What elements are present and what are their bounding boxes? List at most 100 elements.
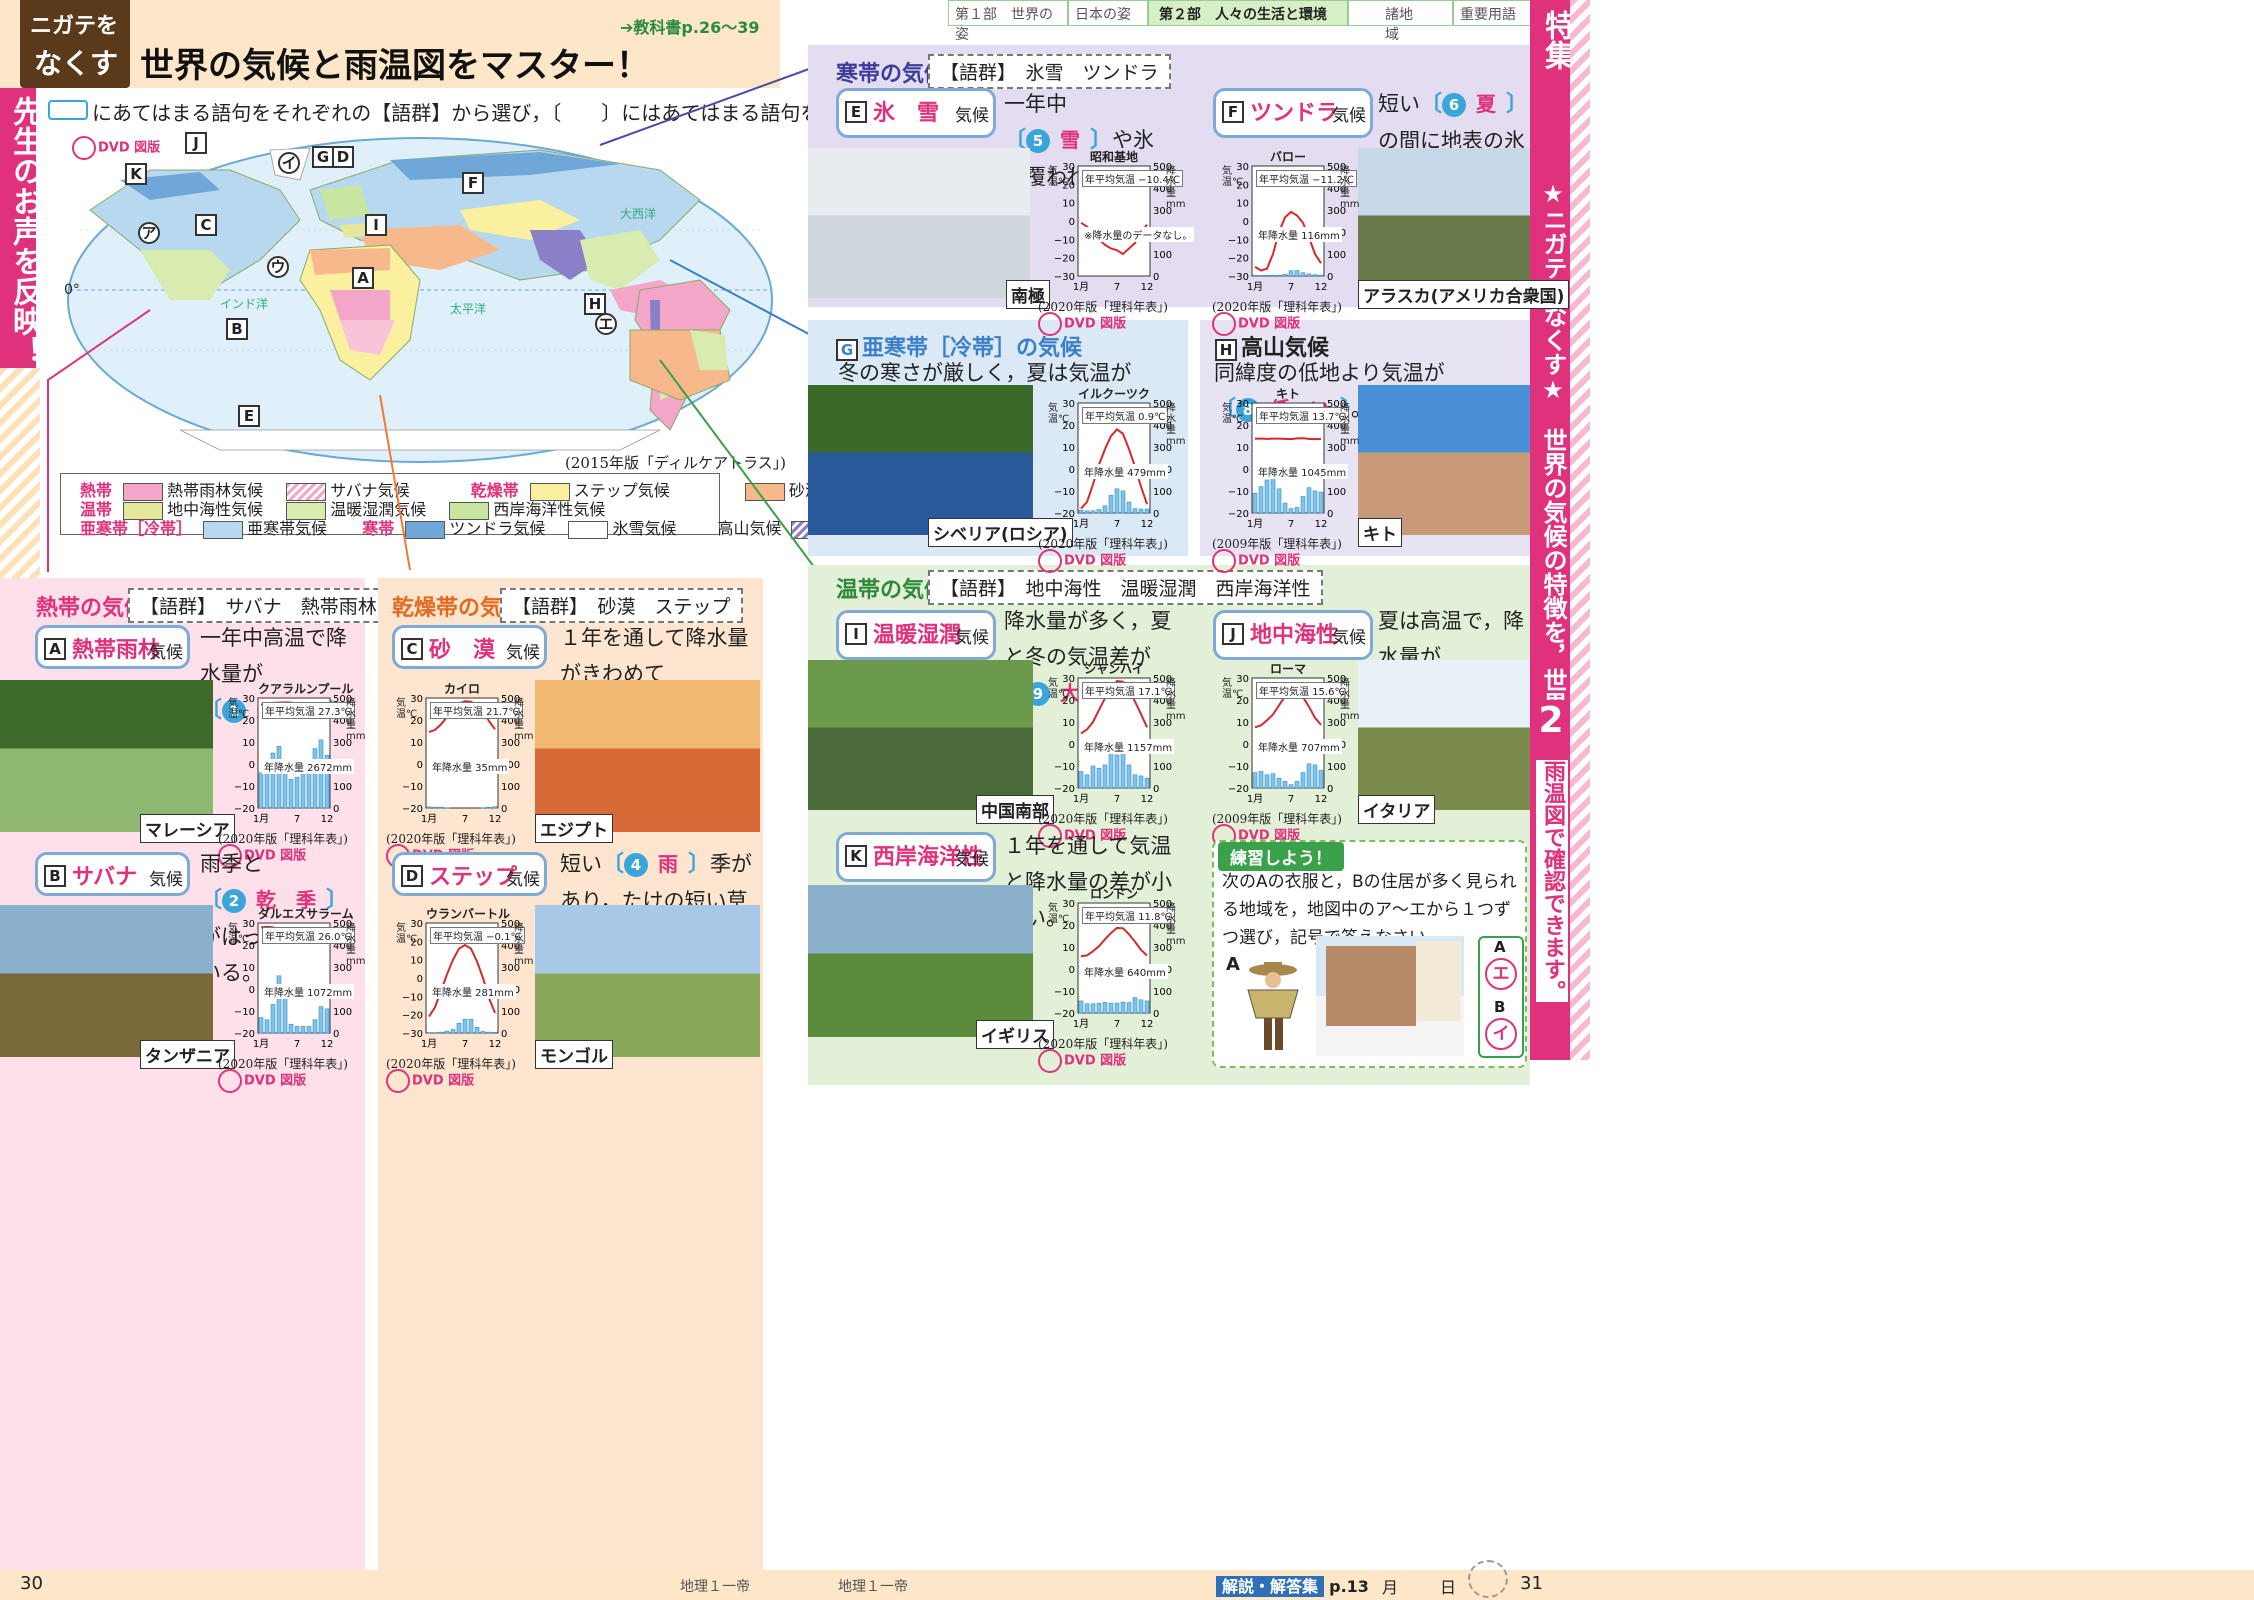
rain-bar [288,1023,294,1034]
check-circle[interactable] [1468,1560,1508,1598]
practice-ans-b: イ [1485,1018,1517,1050]
footer-center-right: 地理１一帝 [838,1579,908,1595]
tab-part2[interactable]: 第２部 人々の生活と環境 [1148,0,1348,26]
tab-japan[interactable]: 日本の姿 [1068,0,1148,26]
card-j-letter: J [1222,623,1244,645]
card-c-text1: １年を通して降水量がきわめて [560,626,749,686]
tab-part1[interactable]: 第１部 世界の姿 [948,0,1068,43]
rain-bar [1312,764,1318,789]
temp-tick: −20 [402,1011,423,1022]
climograph-rain-total: 年降水量 1072mm [262,983,355,999]
rain-bar [1282,781,1288,789]
card-a-letter: A [44,638,66,660]
card-h-text1: 同緯度の低地より気温が [1214,361,1445,385]
rain-bar [1306,273,1312,277]
rain-tick: 0 [1327,509,1333,520]
rain-bar [270,1004,276,1034]
temperate-gogun-words: 地中海性 温暖湿潤 西岸海洋性 [1025,578,1311,600]
card-d-answer-slot[interactable]: 〔 4 雨〕 [602,852,711,877]
rain-bar [1126,1002,1132,1014]
climograph-rain-total: 年降水量 2672mm [262,758,355,774]
climograph-rain-axis-label: 降水量mm [1166,678,1186,722]
dvd-icon [1038,1049,1062,1073]
rain-bar [1114,1002,1120,1014]
rain-bar [1138,775,1144,789]
card-f-answer-slot[interactable]: 〔 6 夏〕 [1420,92,1528,117]
card-f-suffix: 気候 [1332,106,1366,126]
temp-tick: −20 [1054,254,1075,265]
month-tick: 12 [321,814,334,825]
month-tick: 1月 [421,1038,437,1050]
rain-bar [1084,510,1090,514]
temp-tick: 0 [1069,740,1075,751]
rain-tick: 100 [1327,250,1346,261]
rain-bar [1252,492,1258,514]
rain-bar [462,1018,468,1034]
rain-bar [1306,763,1312,789]
rain-tick: 0 [501,804,507,815]
rain-bar [1138,999,1144,1014]
card-j-climograph: 3020100−10−2050040030020010001月712ローマ年平均… [1222,660,1359,810]
right-side-bottom: 雨温図で確認できます。 [1536,760,1568,1002]
month-tick: 1月 [253,813,269,825]
tab-regions[interactable]: 諸地域 [1348,0,1453,43]
rain-bar [438,1031,444,1034]
rain-bar [432,806,438,809]
rain-bar [1078,771,1084,789]
rain-bar [492,1032,498,1034]
month-tick: 12 [1141,519,1154,530]
rain-bar [294,1026,300,1034]
rain-bar [276,746,282,809]
card-d-letter: D [401,865,423,887]
rain-tick: 100 [1153,987,1172,998]
temp-tick: 10 [1236,718,1249,729]
climograph-rain-axis-label: 降水量mm [1340,166,1360,210]
month-tick: 12 [489,814,502,825]
bracket-close: 〕 [688,852,711,877]
tab-terms[interactable]: 重要用語 [1453,0,1533,26]
card-d-suffix: 気候 [506,870,540,890]
dvd-text: DVD 図版 [1064,1053,1127,1069]
page-number-right: 31 [1520,1573,1543,1594]
card-c-climograph: 30 20 10 0 −10 −20 500 400 300 200 100 0 1月 7 12 カイロ 年平均… [396,680,533,830]
card-j-namebox: J 地中海性 気候 [1213,610,1373,660]
card-f-photo [1358,148,1530,298]
card-k-photo [808,885,1033,1037]
climograph-temp-avg: 年平均気温 0.9℃ [1082,407,1169,424]
climograph-rain-axis-label: 降水量mm [346,923,366,967]
rain-tick: 100 [501,1007,520,1018]
rain-tick: 100 [1327,762,1346,773]
rain-tick: 0 [501,1029,507,1040]
rain-bar [1264,275,1270,277]
dvd-text: DVD 図版 [412,1073,475,1089]
card-i-namebox: I 温暖湿潤 気候 [836,610,996,660]
card-d-answer: 雨 [658,852,679,876]
month-tick: 12 [489,1039,502,1050]
temp-tick: 10 [1062,718,1075,729]
temp-tick: 30 [1062,899,1075,910]
gogun-label: 【語群】 [140,596,207,618]
card-b-photo [0,905,213,1057]
temp-tick: 0 [249,985,255,996]
rain-bar [1318,274,1324,277]
card-k-suffix: 気候 [955,850,989,870]
temp-tick: −10 [1228,235,1249,246]
rain-bar [1252,274,1258,277]
rain-bar [318,739,324,809]
month-tick: 7 [294,814,300,825]
temp-tick: −10 [234,1007,255,1018]
temp-tick: 0 [417,760,423,771]
card-j-photo [1358,660,1530,810]
month-tick: 1月 [1247,793,1263,805]
temp-tick: 10 [410,956,423,967]
card-k-dvd: DVD 図版 [1038,1049,1126,1073]
temp-tick: 10 [1062,943,1075,954]
month-tick: 1月 [1073,793,1089,805]
climograph-temp-avg: 年平均気温 15.6℃ [1256,682,1349,699]
rain-bar [1102,1002,1108,1014]
rain-bar [300,772,306,809]
rain-bar [318,1006,324,1034]
rain-bar [1294,781,1300,789]
climograph-rain-axis-label: 降水量mm [346,698,366,742]
rain-bar [1270,476,1276,514]
